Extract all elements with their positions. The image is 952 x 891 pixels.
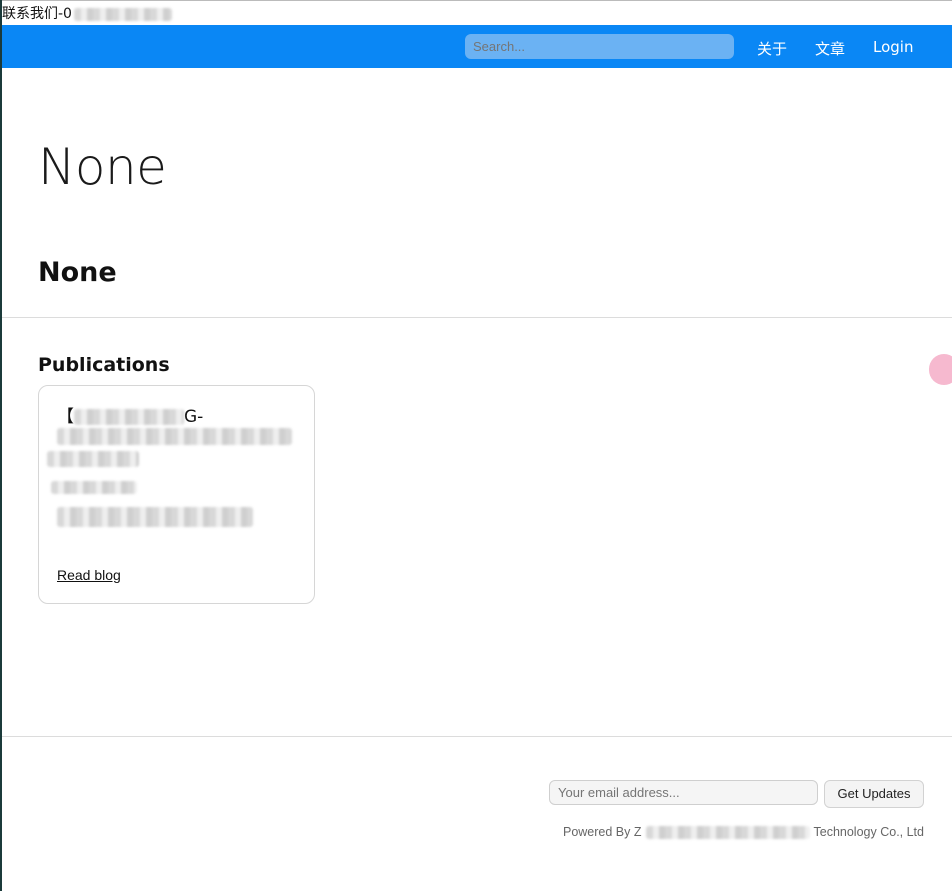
- redacted-meta-2: [57, 507, 253, 527]
- floating-side-widget[interactable]: [929, 354, 952, 385]
- publications-title: Publications: [38, 354, 170, 376]
- powered-prefix: Powered By Z: [562, 825, 642, 839]
- card-title-line-3: [47, 450, 139, 468]
- redacted-meta-1: [51, 481, 137, 495]
- search-input[interactable]: [465, 34, 734, 59]
- contact-bar: 联系我们-0: [0, 0, 952, 25]
- card-meta-line-1: [51, 479, 137, 497]
- page-subtitle: None: [38, 257, 117, 288]
- get-updates-button[interactable]: Get Updates: [824, 780, 924, 808]
- nav-link-about[interactable]: 关于: [757, 38, 787, 59]
- contact-text: 联系我们-0: [2, 6, 72, 22]
- email-input[interactable]: [549, 780, 818, 805]
- read-blog-link[interactable]: Read blog: [57, 567, 121, 583]
- redacted-title: [74, 409, 184, 425]
- footer-divider: [2, 736, 952, 737]
- page: 联系我们-0 关于 文章 Login None None Publication…: [0, 0, 952, 891]
- publication-card[interactable]: 【 G- Read blog: [38, 385, 315, 604]
- window-left-edge: [0, 0, 2, 891]
- redacted-company: [645, 826, 810, 840]
- section-divider: [2, 317, 952, 318]
- redacted-title-line-3: [47, 450, 139, 467]
- card-meta-line-2: [57, 507, 253, 527]
- nav-link-articles[interactable]: 文章: [815, 38, 845, 59]
- powered-suffix: Technology Co., Ltd: [813, 825, 925, 839]
- powered-by: Powered By Z Technology Co., Ltd: [562, 825, 925, 840]
- redacted-phone: [73, 7, 172, 21]
- card-title-fragment-2: G-: [184, 407, 204, 427]
- card-title-fragment-1: 【: [57, 407, 74, 427]
- top-navbar: 关于 文章 Login: [2, 25, 952, 68]
- nav-link-login[interactable]: Login: [873, 38, 913, 56]
- page-title: None: [38, 138, 167, 196]
- card-title-line-2: [57, 428, 292, 446]
- card-title-line-1: 【 G-: [57, 402, 203, 427]
- redacted-title-line-2: [57, 428, 292, 446]
